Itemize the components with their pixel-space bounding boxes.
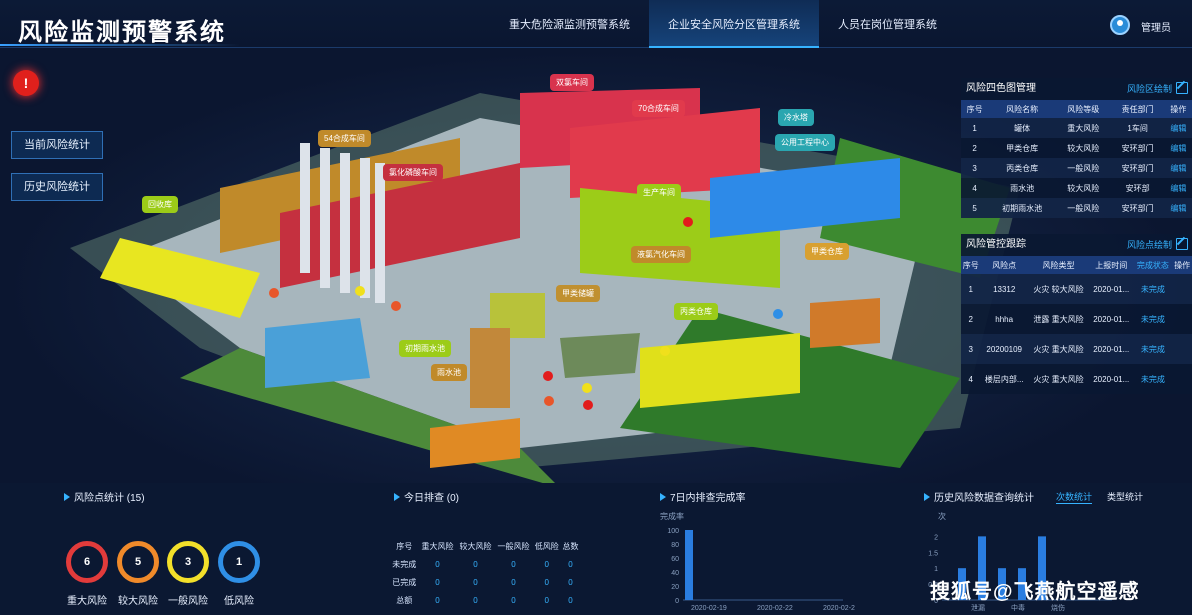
map-label[interactable]: 雨水池 — [431, 364, 467, 381]
edit-link[interactable]: 编辑 — [1165, 138, 1192, 158]
nav-hazard-monitor[interactable]: 重大危险源监测预警系统 — [490, 0, 649, 48]
map-label[interactable]: 公用工程中心 — [775, 134, 835, 151]
table-row: 4 雨水池 较大风险 安环部 编辑 — [961, 178, 1192, 198]
edit-link[interactable]: 编辑 — [1164, 198, 1192, 218]
table-row: 3 20200109 火灾 重大风险 2020-01... 未完成 — [961, 334, 1192, 364]
nav-personnel[interactable]: 人员在岗位管理系统 — [819, 0, 956, 48]
nav-risk-zone[interactable]: 企业安全风险分区管理系统 — [649, 0, 819, 48]
title-underline — [0, 44, 240, 46]
low-risk-ring: 1 — [218, 541, 260, 583]
history-risk-stats-button[interactable]: 历史风险统计 — [11, 173, 103, 201]
today-check-table: 序号 重大风险 较大风险 一般风险 低风险 总数 未完成 0 0 0 0 0 已完成 0 0 0 0 0 总额… — [390, 537, 580, 609]
tab-count-stats[interactable]: 次数统计 — [1056, 490, 1093, 504]
ring-label: 较大风险 — [118, 596, 158, 607]
edit-icon[interactable] — [1176, 82, 1188, 94]
tick-label: 中毒 — [1011, 603, 1025, 612]
watermark: 搜狐号@飞燕航空遥感 — [930, 581, 1140, 603]
tick-label: 2020-02-25 — [823, 605, 855, 612]
user-name[interactable]: 管理员 — [1141, 19, 1171, 34]
major-risk-ring: 6 — [66, 541, 108, 583]
risk-point-stats-title: 风险点统计 (15) — [64, 489, 145, 504]
table-row: 未完成 0 0 0 0 0 — [392, 559, 573, 569]
tick-label: 2020-02-19 — [691, 605, 727, 612]
large-risk-ring: 5 — [117, 541, 159, 583]
tick-label: 100 — [667, 528, 679, 535]
bar — [685, 530, 693, 600]
map-label[interactable]: 54合成车间 — [318, 130, 371, 147]
avatar-icon[interactable] — [1110, 15, 1130, 35]
today-check-title: 今日排查 (0) — [394, 489, 459, 504]
tick-label: 40 — [671, 570, 679, 577]
map-label[interactable]: 初期雨水池 — [399, 340, 451, 357]
map-label[interactable]: 氯化磷酸车间 — [383, 164, 443, 181]
map-label[interactable]: 丙类仓库 — [674, 303, 718, 320]
table-row: 5 初期雨水池 一般风险 安环部门 编辑 — [961, 198, 1192, 218]
map-label[interactable]: 回收库 — [142, 196, 178, 213]
table-row: 1 13312 火灾 较大风险 2020-01... 未完成 — [961, 274, 1192, 304]
tracking-table: 序号 风险点 风险类型 上报时间 完成状态 操作 1 13312 火灾 较大风险 2020-01… — [961, 256, 1192, 394]
risk-table: 序号 风险名称 风险等级 责任部门 操作 1 罐体 重大风险 1车间 编辑 2 甲类仓库 较大风险安… — [961, 100, 1192, 218]
top-header: 风险监测预警系统 重大危险源监测预警系统 企业安全风险分区管理系统 人员在岗位管… — [0, 0, 1192, 48]
tick-label: 80 — [671, 542, 679, 549]
map-label[interactable]: 甲类仓库 — [805, 243, 849, 260]
app-title: 风险监测预警系统 — [18, 19, 226, 46]
general-risk-ring: 3 — [167, 541, 209, 583]
tab-type-stats[interactable]: 类型统计 — [1107, 490, 1143, 503]
week-completion-title: 7日内排查完成率 — [660, 489, 746, 504]
ring-label: 低风险 — [224, 596, 254, 607]
tick-label: 1.5 — [928, 550, 938, 557]
table-row: 3 丙类仓库 一般风险 安环部门 编辑 — [961, 158, 1192, 178]
y-axis-label: 完成率 — [660, 511, 684, 521]
edit-link[interactable]: 编辑 — [1164, 118, 1192, 138]
map-label[interactable]: 双氯车间 — [550, 74, 594, 91]
map-label[interactable]: 冷水塔 — [778, 109, 814, 126]
edit-icon[interactable] — [1176, 238, 1188, 250]
top-nav: 重大危险源监测预警系统 企业安全风险分区管理系统 人员在岗位管理系统 — [490, 0, 956, 48]
map-label[interactable]: 70合成车间 — [632, 100, 685, 117]
table-row: 总额 0 0 0 0 0 — [396, 595, 573, 605]
table-row: 4 楼层内部... 火灾 重大风险 2020-01... 未完成 — [968, 374, 1165, 384]
map-label[interactable]: 液氯汽化车间 — [631, 246, 691, 263]
draw-risk-zone-link[interactable]: 风险区绘制 — [1127, 78, 1172, 100]
table-row: 2 hhha 泄露 重大风险 2020-01... 未完成 — [968, 314, 1165, 324]
table-row: 已完成 0 0 0 0 0 — [392, 577, 573, 587]
edit-link[interactable]: 编辑 — [1164, 158, 1192, 178]
map-label[interactable]: 生产车间 — [637, 184, 681, 201]
table-row: 2 甲类仓库 较大风险 安环部门 编辑 — [961, 138, 1192, 158]
tick-label: 0 — [675, 598, 679, 605]
panel-title: 风险四色图管理 — [966, 83, 1036, 94]
risk-four-color-panel: 风险四色图管理 风险区绘制 序号 风险名称 风险等级 责任部门 操作 1 罐体 重大风险 1车… — [961, 78, 1192, 218]
tick-label: 泄漏 — [971, 603, 985, 612]
tick-label: 60 — [671, 556, 679, 563]
tick-label: 2020-02-22 — [757, 605, 793, 612]
panel-title: 风险管控跟踪 — [966, 239, 1026, 250]
risk-tracking-panel: 风险管控跟踪 风险点绘制 序号 风险点 风险类型 上报时间 完成状态 操作 1 13312 火… — [961, 234, 1192, 394]
tick-label: 1 — [934, 566, 938, 573]
edit-link[interactable]: 编辑 — [1165, 178, 1192, 198]
alert-icon[interactable]: ! — [13, 70, 39, 96]
tick-label: 20 — [671, 584, 679, 591]
current-risk-stats-button[interactable]: 当前风险统计 — [11, 131, 103, 159]
y-axis-label: 次 — [938, 511, 946, 521]
ring-label: 重大风险 — [67, 596, 107, 607]
week-completion-chart: 完成率 0 20 40 60 80 100 2020-02-19 2020-02-22 2020-… — [660, 511, 855, 612]
draw-risk-point-link[interactable]: 风险点绘制 — [1127, 234, 1172, 256]
map-label[interactable]: 甲类储罐 — [556, 285, 600, 302]
history-stats-title: 历史风险数据查询统计 — [924, 489, 1034, 504]
tick-label: 2 — [934, 534, 938, 541]
table-row: 1 罐体 重大风险 1车间 编辑 — [961, 118, 1192, 138]
tick-label: 烧伤 — [1051, 603, 1065, 612]
ring-label: 一般风险 — [168, 596, 208, 607]
